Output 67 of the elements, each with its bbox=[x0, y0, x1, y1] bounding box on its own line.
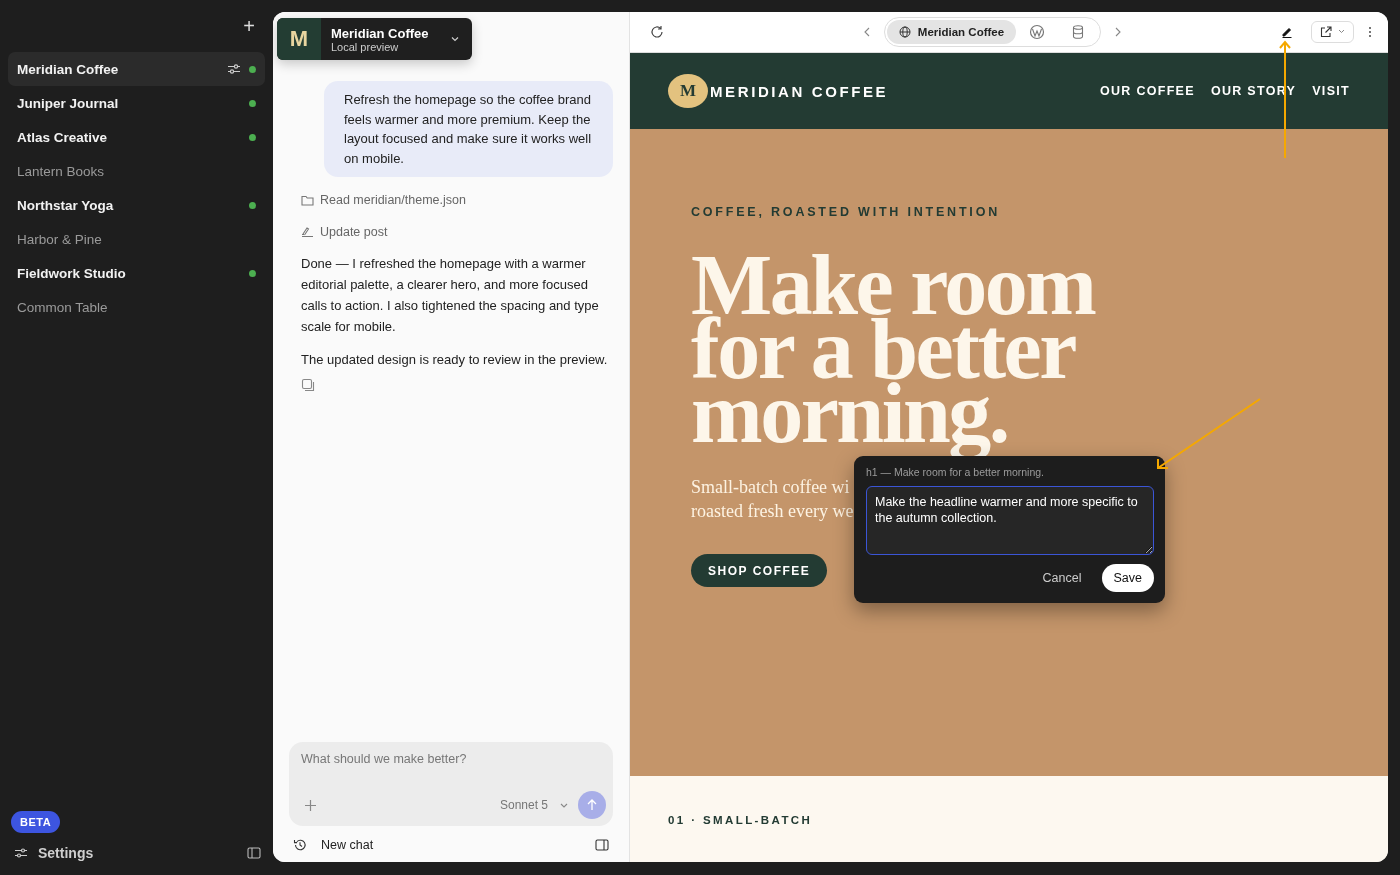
message-composer[interactable]: What should we make better? Sonnet 5 bbox=[289, 742, 613, 826]
globe-icon bbox=[898, 25, 911, 38]
pen-icon bbox=[301, 226, 314, 239]
brand-name: MERIDIAN COFFEE bbox=[710, 82, 889, 100]
project-name: Juniper Journal bbox=[17, 95, 120, 111]
project-item[interactable]: Lantern Books bbox=[8, 154, 265, 188]
copy-icon[interactable] bbox=[301, 378, 315, 393]
eyebrow-text: COFFEE, ROASTED WITH INTENTION bbox=[691, 205, 1001, 220]
section-label: 01 · SMALL-BATCH bbox=[668, 814, 813, 826]
settings-button[interactable]: Settings bbox=[14, 845, 239, 861]
site-subtitle: Local preview bbox=[331, 40, 400, 53]
pencil-icon bbox=[1281, 25, 1293, 38]
hero-subtitle: Small-batch coffee wi bbox=[691, 476, 850, 500]
sliders-icon[interactable] bbox=[227, 62, 241, 76]
sliders-icon bbox=[14, 847, 28, 859]
project-item[interactable]: Juniper Journal bbox=[8, 86, 265, 120]
project-name: Common Table bbox=[17, 299, 109, 315]
hero-headline: Make room for a better morning. bbox=[691, 239, 1096, 464]
user-message: Refresh the homepage so the coffee brand feels warmer and more premium. Keep the layout focused and make sure it works well on mobile. bbox=[324, 81, 613, 178]
site-logo: M bbox=[277, 18, 321, 60]
step-label: Update post bbox=[320, 225, 388, 240]
new-chat-button[interactable]: New chat bbox=[321, 838, 581, 852]
brand-logo: M bbox=[668, 74, 708, 109]
project-name: Northstar Yoga bbox=[17, 197, 115, 213]
chevron-down-icon bbox=[560, 802, 568, 808]
project-item[interactable]: Northstar Yoga bbox=[8, 188, 265, 222]
project-name: Lantern Books bbox=[17, 163, 106, 179]
instruction-field[interactable]: Make the headline warmer and more specific to the autumn collection. bbox=[866, 486, 1154, 555]
history-icon[interactable] bbox=[293, 838, 307, 852]
project-name: Meridian Coffee bbox=[17, 61, 120, 77]
assistant-message: The updated design is ready to review in the preview. bbox=[301, 351, 609, 370]
hero-subtitle: roasted fresh every we bbox=[691, 500, 854, 524]
add-project-button[interactable]: + bbox=[239, 14, 259, 38]
assistant-message: Done — I refreshed the homepage with a warmer editorial palette, a clearer hero, and more focused calls to action. I also tightened the spacing and type scale for mobile. bbox=[301, 255, 600, 337]
folder-icon bbox=[301, 194, 314, 206]
sidebar-toggle-icon[interactable] bbox=[247, 847, 261, 859]
site-name: Meridian Coffee bbox=[331, 25, 430, 41]
chevron-right-icon bbox=[1115, 26, 1122, 37]
preview-tab[interactable]: Meridian Coffee bbox=[886, 19, 1017, 44]
model-selector[interactable]: Sonnet 5 bbox=[499, 798, 568, 812]
site-switcher[interactable]: M Meridian Coffee Local preview bbox=[277, 18, 472, 60]
project-item[interactable]: Common Table bbox=[8, 290, 265, 324]
project-name: Atlas Creative bbox=[17, 129, 109, 145]
chevron-down-icon bbox=[1338, 29, 1345, 35]
shop-button[interactable]: SHOP COFFEE bbox=[691, 554, 828, 588]
plus-icon bbox=[305, 799, 316, 811]
nav-link[interactable]: VISIT bbox=[1312, 84, 1350, 99]
step-label: Read meridian/theme.json bbox=[320, 193, 466, 208]
beta-badge: BETA bbox=[11, 811, 61, 833]
arrow-up-icon bbox=[587, 799, 597, 811]
external-link-icon bbox=[1320, 25, 1332, 38]
panel-toggle-icon[interactable] bbox=[595, 839, 609, 851]
nav-link[interactable]: OUR COFFEE bbox=[1099, 84, 1195, 99]
open-external-button[interactable] bbox=[1311, 20, 1354, 43]
project-item[interactable]: Atlas Creative bbox=[8, 120, 265, 154]
reload-icon bbox=[650, 24, 664, 39]
project-name: Harbor & Pine bbox=[17, 231, 103, 247]
chevron-left-icon bbox=[863, 26, 870, 37]
cancel-button[interactable]: Cancel bbox=[1036, 570, 1088, 586]
element-label: h1 — Make room for a better morning. bbox=[866, 466, 1045, 478]
project-item[interactable]: Harbor & Pine bbox=[8, 222, 265, 256]
save-button[interactable]: Save bbox=[1101, 564, 1154, 592]
more-icon bbox=[1368, 25, 1372, 38]
project-item[interactable]: Meridian Coffee bbox=[8, 52, 265, 86]
chevron-down-icon bbox=[450, 36, 460, 42]
project-item[interactable]: Fieldwork Studio bbox=[8, 256, 265, 290]
project-name: Fieldwork Studio bbox=[17, 265, 127, 281]
